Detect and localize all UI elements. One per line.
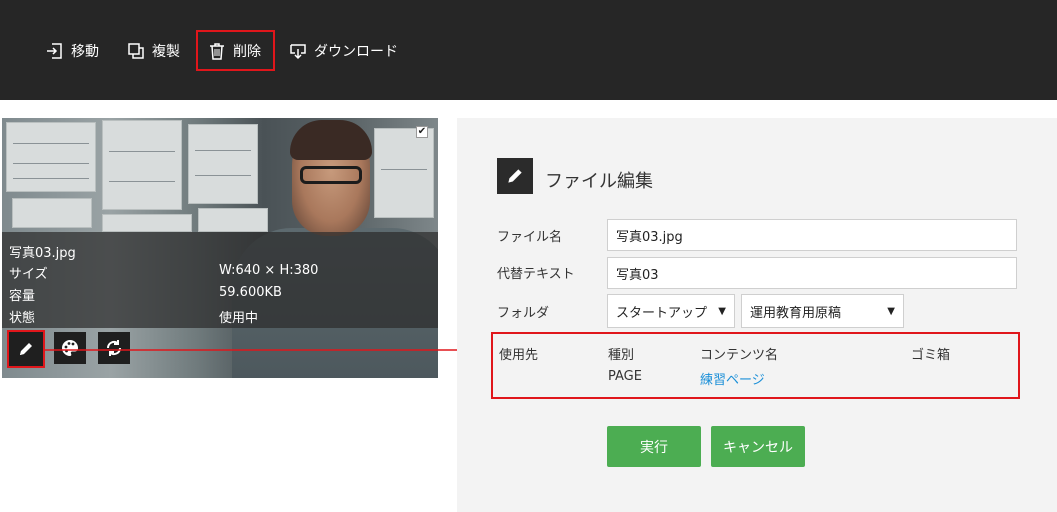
capacity-label: 容量 [9,289,36,304]
folder-parent-value: スタートアップ [616,305,708,321]
background-poster [102,214,192,232]
capacity-value: 59.600KB [219,285,282,300]
filename-input[interactable] [607,219,1017,251]
folder-child-value: 運用教育用原稿 [750,305,842,321]
download-button[interactable]: ダウンロード [289,30,398,71]
alt-text-input[interactable] [607,257,1017,289]
rotate-icon [106,340,122,356]
edit-button[interactable] [7,330,45,368]
status-label: 状態 [9,311,36,326]
usage-header-content: コンテンツ名 [700,348,779,363]
toolbar: 移動 複製 削除 ダウンロード [0,0,1057,100]
copy-label: 複製 [152,43,180,60]
usage-header-type: 種別 [608,348,635,363]
trash-icon [210,42,224,60]
file-edit-panel: ファイル編集 ファイル名 代替テキスト フォルダ スタートアップ ▼ 運用教育用… [457,118,1057,512]
usage-label: 使用先 [499,348,539,363]
rotate-button[interactable] [98,332,130,364]
copy-icon [128,42,144,59]
delete-button[interactable]: 削除 [196,30,275,71]
color-adjust-button[interactable] [54,332,86,364]
folder-parent-select[interactable]: スタートアップ ▼ [607,294,735,328]
copy-button[interactable]: 複製 [127,30,180,71]
run-button[interactable]: 実行 [607,426,701,467]
panel-pencil-icon [497,158,533,194]
image-preview[interactable]: ✔ 写真03.jpg サイズ W:640 × H:380 容量 59.600KB… [2,118,438,378]
palette-icon [62,340,79,356]
download-icon [290,43,306,59]
background-poster [374,128,434,218]
usage-header-trash: ゴミ箱 [911,348,951,363]
person-glasses [300,166,362,184]
usage-table: 使用先 種別 コンテンツ名 ゴミ箱 PAGE 練習ページ [491,332,1020,399]
size-value: W:640 × H:380 [219,263,319,278]
select-checkbox[interactable]: ✔ [416,126,428,138]
move-button[interactable]: 移動 [46,30,99,71]
background-poster [188,124,258,204]
cancel-button[interactable]: キャンセル [711,426,805,467]
background-poster [198,208,268,232]
folder-label: フォルダ [497,306,550,321]
move-icon [47,42,62,59]
background-poster [102,120,182,210]
filename-text: 写真03.jpg [9,246,76,261]
person-hair [290,120,372,160]
usage-row-type: PAGE [608,369,642,384]
info-overlay: 写真03.jpg サイズ W:640 × H:380 容量 59.600KB 状… [2,232,438,328]
download-label: ダウンロード [314,43,398,60]
filename-label: ファイル名 [497,230,563,245]
move-label: 移動 [71,43,99,60]
panel-title: ファイル編集 [545,171,653,192]
usage-row-content-link[interactable]: 練習ページ [700,369,765,388]
delete-label: 削除 [233,43,261,60]
folder-child-select[interactable]: 運用教育用原稿 ▼ [741,294,904,328]
caret-down-icon: ▼ [718,305,726,317]
caret-down-icon: ▼ [887,305,895,317]
size-label: サイズ [9,267,48,282]
background-poster [12,198,92,228]
alt-text-label: 代替テキスト [497,267,575,282]
pencil-icon [20,343,32,355]
status-value: 使用中 [219,311,259,326]
background-poster [6,122,96,192]
